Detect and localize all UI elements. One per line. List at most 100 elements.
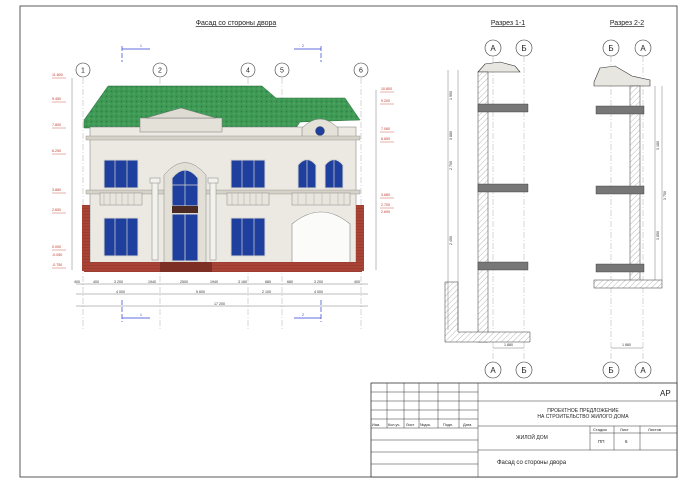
svg-text:Лист: Лист (406, 423, 415, 427)
door-transom (172, 206, 198, 213)
section2-axis-B-bottom: Б (602, 361, 620, 379)
svg-text:Б: Б (521, 366, 526, 375)
svg-text:Кол.уч.: Кол.уч. (388, 423, 400, 427)
section1-axis-B-top: Б (515, 39, 533, 57)
svg-text:10.800: 10.800 (381, 87, 392, 91)
section2-axis-A-bottom: А (634, 361, 652, 379)
svg-text:А: А (490, 366, 496, 375)
svg-text:3.680: 3.680 (381, 193, 390, 197)
svg-text:400: 400 (93, 280, 99, 284)
svg-text:4: 4 (246, 68, 250, 75)
section-cut-1-top: 1 (121, 44, 150, 62)
section-cut-2-label-top: 2 (302, 44, 304, 48)
svg-text:2.650: 2.650 (52, 208, 61, 212)
svg-text:7.060: 7.060 (381, 127, 390, 131)
levels-left: 11.800 9.450 7.800 6.250 3.880 2.650 0.0… (52, 73, 66, 269)
title-block-object: ЖИЛОЙ ДОМ (516, 433, 548, 441)
svg-text:5: 5 (280, 68, 284, 75)
svg-text:-0.050: -0.050 (52, 253, 62, 257)
title-block-stage: ПП (598, 439, 604, 444)
title-block-sheets-label: Листов (648, 427, 661, 432)
svg-text:3.880: 3.880 (52, 188, 61, 192)
svg-text:-0.750: -0.750 (52, 263, 62, 267)
section-cut-1-label-bottom: 1 (140, 313, 142, 317)
svg-text:А: А (490, 44, 496, 53)
section-cut-1-bottom: 1 (121, 300, 150, 322)
section-cut-2-top: 2 (294, 44, 322, 62)
title-block-stage-label: Стадия (593, 427, 607, 432)
svg-text:400: 400 (354, 280, 360, 284)
svg-text:3 160: 3 160 (238, 280, 247, 284)
facade-axis-6: 6 (353, 62, 369, 78)
svg-text:2 100: 2 100 (262, 290, 271, 294)
svg-text:2.690: 2.690 (381, 210, 390, 214)
svg-text:680: 680 (287, 280, 293, 284)
svg-text:3 750: 3 750 (663, 191, 667, 200)
svg-text:А: А (640, 44, 646, 53)
svg-text:4 000: 4 000 (116, 290, 125, 294)
section1-title: Разрез 1-1 (491, 20, 525, 27)
section2-dims: 3 180 3 850 3 750 (656, 141, 667, 240)
svg-text:1 950: 1 950 (449, 91, 453, 100)
facade-axis-5: 5 (274, 62, 290, 78)
svg-text:Изм.: Изм. (372, 423, 380, 427)
section1-axis-A-top: А (484, 39, 502, 57)
svg-text:17 200: 17 200 (214, 302, 225, 306)
svg-text:Б: Б (608, 366, 613, 375)
svg-text:1 880: 1 880 (622, 343, 631, 347)
facade-title: Фасад со стороны двора (196, 20, 277, 27)
svg-text:6: 6 (359, 68, 363, 75)
svg-text:Подп.: Подп. (443, 423, 453, 427)
facade-axis-4: 4 (240, 62, 256, 78)
section-cut-2-label-bottom: 2 (302, 313, 304, 317)
svg-text:1940: 1940 (148, 280, 156, 284)
svg-text:№док.: №док. (420, 423, 431, 427)
section-cut-2-bottom: 2 (294, 300, 322, 322)
svg-text:3 880: 3 880 (449, 131, 453, 140)
svg-text:680: 680 (265, 280, 271, 284)
facade-axis-1: 1 (75, 62, 91, 78)
svg-text:1: 1 (81, 68, 85, 75)
svg-text:3 180: 3 180 (656, 141, 660, 150)
svg-text:3 850: 3 850 (656, 231, 660, 240)
svg-text:Б: Б (521, 44, 526, 53)
title-block-project-line2: НА СТРОИТЕЛЬСТВО ЖИЛОГО ДОМА (537, 414, 629, 420)
svg-text:1940: 1940 (210, 280, 218, 284)
title-block-sheet-name: Фасад со стороны двора (497, 460, 567, 466)
section1-dims: 1 950 3 880 2 700 2 450 (449, 91, 453, 245)
section2-title: Разрез 2-2 (610, 20, 644, 27)
svg-text:9.450: 9.450 (52, 97, 61, 101)
svg-text:1 880: 1 880 (504, 343, 513, 347)
section2-axis-B-top: Б (602, 39, 620, 57)
svg-text:2500: 2500 (180, 280, 188, 284)
section1-axis-A-bottom: А (484, 361, 502, 379)
facade-elevation: 1 2 1 2 1 2 4 5 6 11.800 9.450 7.800 6.2… (52, 44, 394, 330)
levels-right: 10.800 9.200 7.060 6.650 3.680 2.700 2.6… (380, 87, 394, 214)
svg-text:Б: Б (608, 44, 613, 53)
svg-text:11.800: 11.800 (52, 73, 63, 77)
svg-text:А: А (640, 366, 646, 375)
title-block: Изм. Кол.уч. Лист №док. Подп. Дата АР ПР… (370, 382, 678, 478)
svg-text:Дата: Дата (463, 423, 472, 427)
svg-text:2.700: 2.700 (381, 203, 390, 207)
section-2-2: Б А 3 180 3 850 3 750 1 880 Б А (593, 39, 667, 379)
bottom-dimensions: 400 400 3 200 1940 2500 1940 3 160 680 6… (74, 280, 368, 307)
section1-axis-B-bottom: Б (515, 361, 533, 379)
svg-text:7.800: 7.800 (52, 123, 61, 127)
plinth (84, 262, 362, 272)
section-cut-1-label-top: 1 (140, 44, 142, 48)
title-block-sheet-label: Лист (620, 427, 629, 432)
svg-text:0.000: 0.000 (52, 245, 61, 249)
svg-text:3 200: 3 200 (114, 280, 123, 284)
svg-text:2: 2 (158, 68, 162, 75)
svg-text:2 450: 2 450 (449, 236, 453, 245)
section2-axis-A-top: А (634, 39, 652, 57)
svg-text:2 700: 2 700 (449, 161, 453, 170)
section-1-1: А Б 1 950 3 880 2 700 2 450 1 880 А Б (444, 39, 533, 379)
svg-text:3 200: 3 200 (314, 280, 323, 284)
title-block-code: АР (660, 389, 671, 398)
facade-axis-2: 2 (152, 62, 168, 78)
svg-text:4 000: 4 000 (314, 290, 323, 294)
svg-text:6.250: 6.250 (52, 149, 61, 153)
svg-text:400: 400 (74, 280, 80, 284)
